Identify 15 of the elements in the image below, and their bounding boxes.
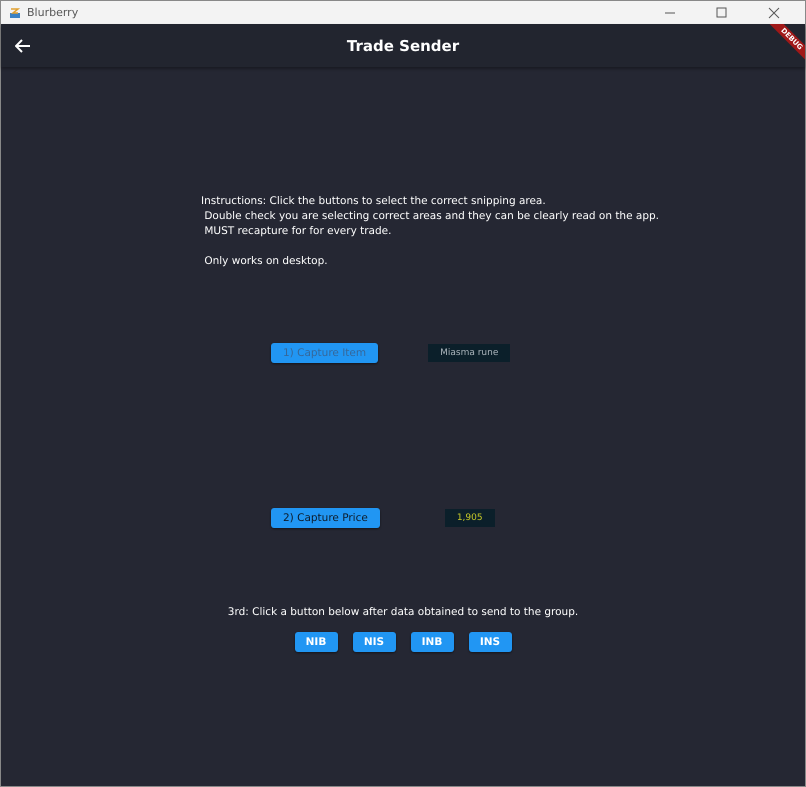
page-title: Trade Sender [346,36,460,54]
price-value: 1,905 [444,509,495,527]
note-text: Only works on desktop. [203,254,328,269]
capture-button[interactable]: 1) Capture Item [271,343,378,363]
item-value: Miasma rune [428,344,510,362]
send-instructions: 3rd: Click a button below after data obtained to send to the group. [228,606,578,618]
send-button[interactable]: NIS [352,632,396,652]
window-title: Blurberry [27,6,78,19]
app-icon [9,6,21,18]
capture-button[interactable]: 2) Capture Price [271,508,380,528]
back-arrow-icon[interactable] [15,38,31,52]
send-button[interactable]: INB [410,632,454,652]
send-button[interactable]: NIB [294,632,338,652]
send-button[interactable]: INS [468,632,512,652]
instructions-text: Instructions: Click the buttons to select the correct snipping area. Double check you are selecting correct areas and they can be clearly read on the app. MUST recapture for for every trade. [201,194,659,239]
